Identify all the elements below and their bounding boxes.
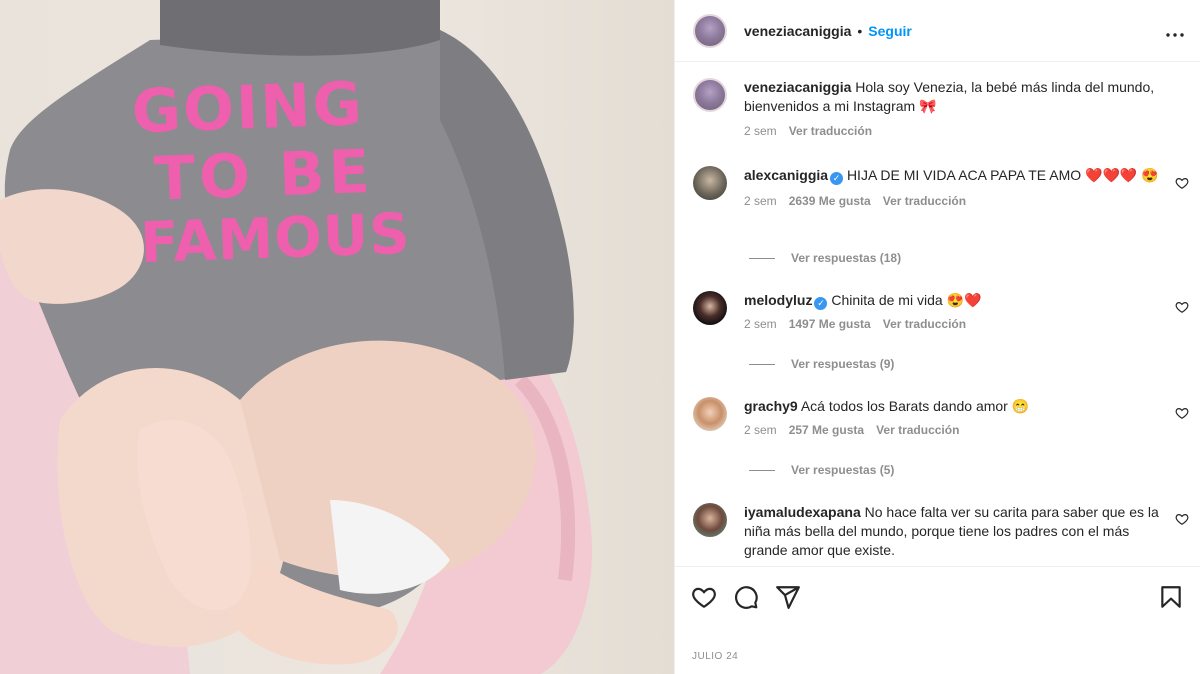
- post-date: JULIO 24: [692, 651, 739, 662]
- caption-meta: 2 sem Ver traducción: [744, 124, 1164, 138]
- comment-text: Chinita de mi vida 😍❤️: [831, 292, 982, 308]
- comments-list[interactable]: veneziacaniggia Hola soy Venezia, la beb…: [675, 63, 1200, 565]
- like-comment-heart-icon[interactable]: [1175, 512, 1189, 526]
- replies-line: [749, 363, 775, 365]
- post-header: veneziacaniggia • Seguir: [675, 0, 1200, 62]
- author-username[interactable]: veneziacaniggia: [744, 23, 851, 39]
- like-comment-heart-icon[interactable]: [1175, 406, 1189, 420]
- like-comment-heart-icon[interactable]: [1175, 300, 1189, 314]
- shirt-print-line: TO BE: [152, 136, 375, 215]
- comment-age: 2 sem: [744, 423, 777, 437]
- separator-dot: •: [857, 22, 863, 39]
- bookmark-icon[interactable]: [1158, 584, 1184, 610]
- comment-likes[interactable]: 1497 Me gusta: [789, 317, 871, 331]
- post-sidebar: veneziacaniggia • Seguir veneziacaniggia…: [674, 0, 1200, 674]
- comment-meta: 2 sem 1497 Me gusta Ver traducción: [744, 317, 1164, 331]
- comment-avatar[interactable]: [693, 503, 727, 537]
- caption-age: 2 sem: [744, 124, 777, 138]
- caption-avatar[interactable]: [693, 78, 727, 112]
- author-avatar[interactable]: [693, 13, 727, 48]
- comment-username[interactable]: alexcaniggia: [744, 167, 828, 183]
- comment-row: melodyluz ✓ Chinita de mi vida 😍❤️ 2 sem …: [693, 291, 1190, 331]
- comment-row: grachy9 Acá todos los Barats dando amor …: [693, 397, 1190, 437]
- view-replies-button[interactable]: Ver respuestas (18): [749, 251, 901, 265]
- follow-button[interactable]: Seguir: [868, 23, 912, 39]
- comment-text: HIJA DE MI VIDA ACA PAPA TE AMO ❤️❤️❤️ 😍: [846, 167, 1159, 183]
- translate-link[interactable]: Ver traducción: [789, 124, 872, 138]
- comment-meta: 2 sem 2639 Me gusta Ver traducción: [744, 194, 1164, 208]
- comment-text: Acá todos los Barats dando amor 😁: [800, 398, 1030, 414]
- action-bar: [675, 566, 1200, 626]
- comment-likes[interactable]: 2639 Me gusta: [789, 194, 871, 208]
- replies-label: Ver respuestas (18): [791, 251, 902, 265]
- comment-meta: 2 sem 257 Me gusta Ver traducción: [744, 423, 1164, 437]
- shirt-print-line: GOING: [130, 69, 365, 148]
- comment-username[interactable]: iyamaludexapana: [744, 504, 861, 520]
- shirt-print-text: GOING TO BE FAMOUS: [125, 69, 412, 277]
- translate-link[interactable]: Ver traducción: [883, 194, 966, 208]
- translate-link[interactable]: Ver traducción: [876, 423, 959, 437]
- share-icon[interactable]: [775, 584, 801, 610]
- caption-row: veneziacaniggia Hola soy Venezia, la beb…: [693, 78, 1190, 138]
- verified-badge-icon: ✓: [830, 172, 844, 185]
- replies-line: [749, 257, 775, 259]
- comment-age: 2 sem: [744, 194, 777, 208]
- translate-link[interactable]: Ver traducción: [883, 317, 966, 331]
- comment-avatar[interactable]: [693, 166, 727, 200]
- heart-icon[interactable]: [691, 584, 717, 610]
- post-photo[interactable]: GOING TO BE FAMOUS: [0, 0, 674, 674]
- replies-label: Ver respuestas (5): [791, 463, 895, 477]
- verified-badge-icon: ✓: [814, 297, 828, 310]
- view-replies-button[interactable]: Ver respuestas (5): [749, 463, 894, 477]
- comment-username[interactable]: grachy9: [744, 398, 798, 414]
- like-comment-heart-icon[interactable]: [1175, 176, 1189, 190]
- comment-avatar[interactable]: [693, 397, 727, 431]
- comment-row: iyamaludexapana No hace falta ver su car…: [693, 503, 1190, 560]
- instagram-post: GOING TO BE FAMOUS veneziacaniggia • Seg…: [0, 0, 1200, 674]
- comment-avatar[interactable]: [693, 291, 727, 325]
- more-options-icon[interactable]: [1166, 22, 1184, 40]
- view-replies-button[interactable]: Ver respuestas (9): [749, 357, 894, 371]
- comment-age: 2 sem: [744, 317, 777, 331]
- replies-line: [749, 469, 775, 471]
- comment-row: alexcaniggia ✓ HIJA DE MI VIDA ACA PAPA T…: [693, 166, 1190, 208]
- comment-username[interactable]: melodyluz: [744, 292, 812, 308]
- comment-icon[interactable]: [733, 584, 759, 610]
- shirt-print-line: FAMOUS: [139, 201, 412, 277]
- caption-username[interactable]: veneziacaniggia: [744, 79, 851, 95]
- replies-label: Ver respuestas (9): [791, 357, 895, 371]
- comment-likes[interactable]: 257 Me gusta: [789, 423, 864, 437]
